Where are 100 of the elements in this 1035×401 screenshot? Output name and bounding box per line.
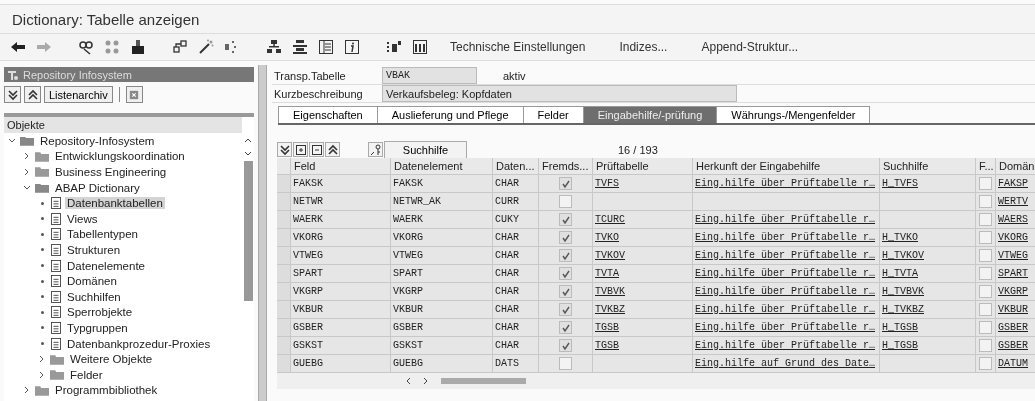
tree-item[interactable]: Datenbankprozedur-Proxies [4,335,242,352]
tree-item[interactable]: ABAP Dictionary [4,179,242,196]
checkbox[interactable] [559,339,572,352]
column-header[interactable]: Daten... [493,158,539,175]
table-link[interactable]: Eing.hilfe über Prüftabelle r… [695,304,876,315]
expand-all-button[interactable] [277,142,292,157]
tab[interactable]: Währungs-/Mengenfelder [716,106,871,123]
tab[interactable]: Felder [522,106,584,123]
tree-item[interactable]: Tabellentypen [4,226,242,243]
scroll-right-icon[interactable] [421,377,429,385]
tree-item[interactable]: Repository-Infosystem [4,133,242,149]
table-link[interactable]: H_TVFS [882,178,918,189]
table-link[interactable]: H_TVBVK [882,286,924,297]
table-link[interactable]: TVKOV [595,250,625,261]
column-header[interactable]: Prüftabelle [593,158,693,175]
horizontal-scrollbar[interactable] [277,373,1035,389]
stack-icon[interactable] [292,39,308,55]
checkbox[interactable] [559,231,572,244]
table-link[interactable]: DATUM [998,358,1028,369]
scroll-thumb[interactable] [441,378,526,384]
tree-item[interactable]: Felder [4,366,242,383]
tree-item[interactable]: Domänen [4,273,242,289]
checkbox[interactable] [559,321,572,334]
hierarchy-icon[interactable] [172,39,188,55]
table-link[interactable]: H_TVKO [882,232,918,243]
checkbox[interactable] [979,339,992,352]
expand-all-button[interactable] [4,86,21,103]
checkbox[interactable] [559,267,572,280]
table-link[interactable]: H_TVKBZ [882,304,924,315]
tree-item[interactable]: Entwicklungskoordination [4,148,242,165]
table-link[interactable]: TVBVK [595,286,625,297]
expand-icon-button[interactable] [293,142,308,157]
table-link[interactable]: Eing.hilfe über Prüftabelle r… [695,250,876,261]
table-link[interactable]: SPART [998,268,1028,279]
checkbox[interactable] [559,195,572,208]
tab[interactable]: Auslieferung und Pflege [376,106,524,123]
tree-item[interactable]: Suchhilfen [4,288,242,305]
collapse-icon-button[interactable] [309,142,324,157]
scroll-down-icon[interactable] [244,149,252,157]
checkbox[interactable] [979,195,992,208]
table-link[interactable]: Eing.hilfe über Prüftabelle r… [695,322,876,333]
table-link[interactable]: WAERS [998,214,1028,225]
table-link[interactable]: VKBUR [998,304,1028,315]
tree-item[interactable]: Weitere Objekte [4,351,242,367]
table-link[interactable]: TGSB [595,322,619,333]
table-link[interactable]: H_TGSB [882,322,918,333]
back-arrow-icon[interactable] [10,39,26,55]
table-link[interactable]: TGSB [595,340,619,351]
key-button[interactable] [368,142,383,157]
toolbar-button[interactable]: Append-Struktur... [689,40,811,54]
column-header[interactable]: Fremds... [539,158,593,175]
tree-item[interactable]: Typgruppen [4,320,242,336]
tree-item[interactable]: Datenbanktabellen [4,195,242,211]
tree-item[interactable]: Programmbibliothek [4,382,242,399]
collapse-all-button[interactable] [325,142,340,157]
org-chart-icon[interactable] [266,39,282,55]
search-help-button[interactable]: Suchhilfe [384,141,467,158]
tree-item[interactable]: Strukturen [4,242,242,258]
table-link[interactable]: Eing.hilfe über Prüftabelle r… [695,286,876,297]
magic-wand-icon[interactable] [198,39,214,55]
tab[interactable]: Eingabehilfe/-prüfung [582,106,718,123]
table-link[interactable]: FAKSP [998,178,1028,189]
list-archive-button[interactable]: Listenarchiv [44,86,113,103]
tree-item[interactable]: Datenelemente [4,257,242,274]
checkbox[interactable] [559,357,572,370]
column-header[interactable]: Suchhilfe [880,158,976,175]
table-link[interactable]: VTWEG [998,250,1028,261]
checkbox[interactable] [559,285,572,298]
table-link[interactable]: Eing.hilfe auf Grund des Date… [695,358,876,369]
scroll-up-icon[interactable] [244,137,252,145]
checkbox[interactable] [979,303,992,316]
form-icon[interactable] [318,39,334,55]
table-link[interactable]: WERTV [998,196,1028,207]
tree-item[interactable]: Views [4,210,242,227]
close-button[interactable] [125,86,143,103]
table-link[interactable]: Eing.hilfe über Prüftabelle r… [695,232,876,243]
checkbox[interactable] [979,285,992,298]
info-icon[interactable] [344,39,360,55]
table-link[interactable]: TVKBZ [595,304,625,315]
checkbox[interactable] [559,303,572,316]
table-columns-icon[interactable] [412,39,428,55]
toolbar-button[interactable]: Technische Einstellungen [438,40,598,54]
column-header[interactable]: Feld [291,158,391,175]
checkbox[interactable] [559,249,572,262]
toolbar-button[interactable]: Indizes... [607,40,680,54]
checkbox[interactable] [979,213,992,226]
table-link[interactable]: H_TGSB [882,340,918,351]
column-header[interactable]: F... [976,158,996,175]
table-link[interactable]: Eing.hilfe über Prüftabelle r… [695,178,876,189]
scroll-left-icon[interactable] [405,377,413,385]
table-link[interactable]: Eing.hilfe über Prüftabelle r… [695,214,876,225]
table-link[interactable]: TCURC [595,214,625,225]
checkbox[interactable] [979,249,992,262]
table-link[interactable]: VKORG [998,232,1028,243]
checkbox[interactable] [979,177,992,190]
collapse-all-button[interactable] [24,86,41,103]
checkbox[interactable] [559,177,572,190]
scroll-thumb[interactable] [243,161,253,301]
column-header[interactable]: Herkunft der Eingabehilfe [693,158,880,175]
table-link[interactable]: TVTA [595,268,619,279]
